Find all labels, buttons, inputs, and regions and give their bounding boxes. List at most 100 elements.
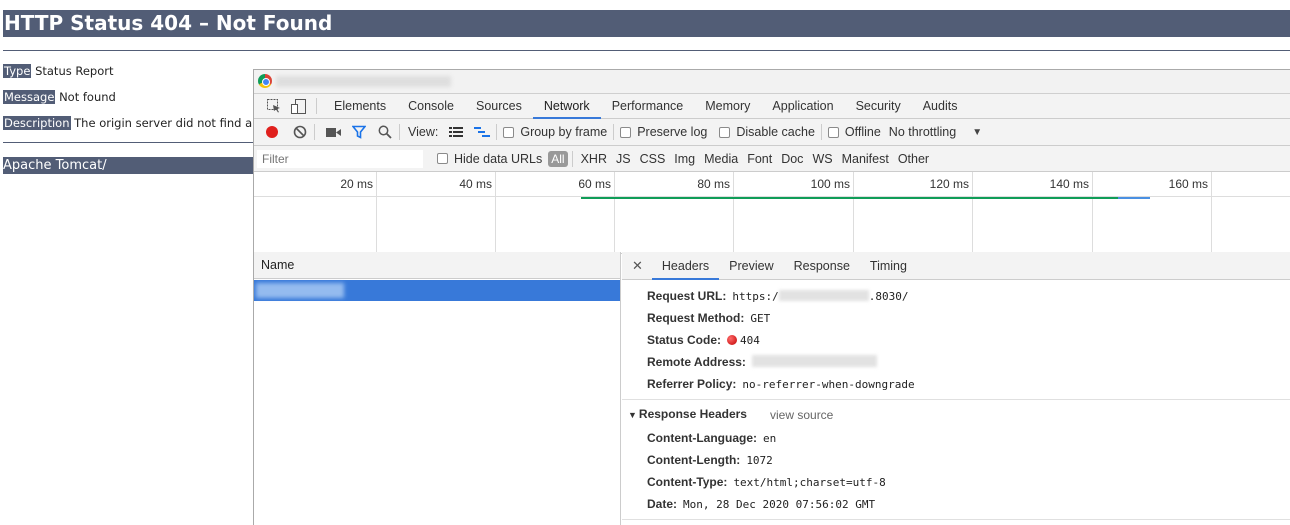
hide-data-urls-checkbox[interactable] — [437, 153, 448, 164]
filter-funnel-icon[interactable] — [351, 125, 367, 139]
throttling-select[interactable]: No throttling — [889, 125, 956, 139]
filter-type-font[interactable]: Font — [747, 152, 772, 166]
request-url-value-suffix: .8030/ — [868, 290, 909, 303]
date-label: Date: — [647, 497, 678, 511]
search-icon[interactable] — [377, 125, 393, 139]
timeline-overview[interactable]: 20 ms 40 ms 60 ms 80 ms 100 ms 120 ms 14… — [254, 172, 1290, 254]
disable-cache-checkbox[interactable] — [719, 126, 731, 138]
name-column-header[interactable]: Name — [254, 252, 620, 279]
filter-type-xhr[interactable]: XHR — [581, 152, 607, 166]
request-method-row: Request Method: GET — [647, 311, 770, 325]
redacted-address — [751, 355, 877, 367]
redacted-request-name — [256, 283, 344, 298]
content-length-value: 1072 — [746, 454, 773, 467]
tab-console[interactable]: Console — [397, 94, 465, 119]
timeline-label: 140 ms — [1049, 177, 1089, 191]
group-by-frame-checkbox[interactable] — [503, 126, 515, 138]
tab-preview[interactable]: Preview — [719, 252, 783, 280]
response-headers-toggle[interactable]: ▼ Response Headers — [628, 407, 747, 421]
tab-sources[interactable]: Sources — [465, 94, 533, 119]
timeline-gridline — [733, 172, 734, 253]
devtools-window: Elements Console Sources Network Perform… — [253, 69, 1290, 525]
group-by-frame-label: Group by frame — [520, 125, 608, 139]
requests-list: Name — [254, 252, 621, 525]
tab-security[interactable]: Security — [845, 94, 912, 119]
filter-type-doc[interactable]: Doc — [781, 152, 803, 166]
filter-input[interactable] — [257, 149, 423, 168]
request-detail-panel: ✕ Headers Preview Response Timing Reques… — [622, 252, 1290, 525]
tab-timing[interactable]: Timing — [860, 252, 917, 280]
tab-audits[interactable]: Audits — [912, 94, 969, 119]
page-title: HTTP Status 404 – Not Found — [3, 10, 1290, 37]
window-titlebar — [254, 70, 1290, 94]
status-code-row: Status Code: 404 — [647, 333, 760, 347]
view-label: View: — [408, 125, 439, 139]
chrome-icon — [258, 74, 272, 88]
toolbar-separator — [399, 124, 400, 140]
tab-response[interactable]: Response — [784, 252, 860, 280]
content-language-label: Content-Language: — [647, 431, 757, 445]
description-value: The origin server did not find a c — [74, 116, 263, 130]
content-type-value: text/html;charset=utf-8 — [733, 476, 886, 489]
timeline-gridline — [1092, 172, 1093, 253]
offline-label: Offline — [844, 125, 881, 139]
tab-headers[interactable]: Headers — [651, 252, 720, 280]
clear-icon[interactable] — [292, 125, 308, 139]
filter-type-all[interactable]: All — [548, 150, 568, 167]
description-line: Description The origin server did not fi… — [3, 116, 262, 130]
timeline-label: 160 ms — [1168, 177, 1208, 191]
tab-elements[interactable]: Elements — [323, 94, 397, 119]
close-icon[interactable]: ✕ — [622, 258, 652, 274]
filter-type-js[interactable]: JS — [616, 152, 631, 166]
filter-type-ws[interactable]: WS — [812, 152, 832, 166]
record-icon[interactable] — [264, 125, 280, 139]
tab-network[interactable]: Network — [532, 94, 601, 119]
section-divider — [622, 519, 1290, 520]
timeline-waiting-bar — [581, 197, 1118, 199]
response-headers-title: Response Headers — [638, 407, 747, 421]
tab-performance[interactable]: Performance — [601, 94, 695, 119]
filter-type-manifest[interactable]: Manifest — [842, 152, 889, 166]
section-divider — [622, 399, 1290, 400]
timeline-gridline — [1211, 172, 1212, 253]
description-key: Description — [3, 116, 71, 130]
timeline-download-bar — [1118, 197, 1150, 199]
message-key: Message — [3, 90, 56, 104]
screenshot-camera-icon[interactable] — [325, 127, 341, 138]
inspect-element-icon[interactable] — [266, 99, 282, 113]
disable-cache-label: Disable cache — [736, 125, 815, 139]
chevron-down-icon[interactable]: ▼ — [972, 127, 982, 138]
content-type-row: Content-Type: text/html;charset=utf-8 — [647, 475, 886, 489]
timeline-gridline — [495, 172, 496, 253]
offline-checkbox[interactable] — [827, 126, 839, 138]
timeline-label: 100 ms — [810, 177, 850, 191]
timeline-gridline — [614, 172, 615, 253]
filter-bar: Hide data URLs All XHR JS CSS Img Media … — [254, 146, 1290, 172]
type-key: Type — [3, 64, 32, 78]
tab-application[interactable]: Application — [761, 94, 844, 119]
tab-memory[interactable]: Memory — [694, 94, 761, 119]
waterfall-overview-icon[interactable] — [474, 126, 491, 138]
device-toolbar-icon[interactable] — [290, 98, 306, 114]
hide-data-urls-label: Hide data URLs — [454, 151, 543, 166]
timeline-label: 40 ms — [459, 177, 492, 191]
large-rows-icon[interactable] — [448, 126, 464, 138]
referrer-policy-row: Referrer Policy: no-referrer-when-downgra… — [647, 377, 915, 391]
detail-tabbar: ✕ Headers Preview Response Timing — [622, 252, 1290, 280]
preserve-log-label: Preserve log — [637, 125, 708, 139]
content-language-row: Content-Language: en — [647, 431, 776, 445]
request-url-row: Request URL: https:/ .8030/ — [647, 289, 908, 303]
timeline-gridline — [853, 172, 854, 253]
request-row-selected[interactable] — [254, 280, 620, 301]
filter-type-media[interactable]: Media — [704, 152, 738, 166]
filter-type-img[interactable]: Img — [674, 152, 695, 166]
filter-type-other[interactable]: Other — [898, 152, 929, 166]
status-error-icon — [727, 335, 738, 345]
request-method-value: GET — [750, 312, 771, 325]
network-lower-panel: Name ✕ Headers Preview Response Timing R… — [254, 252, 1290, 525]
preserve-log-checkbox[interactable] — [620, 126, 632, 138]
remote-address-label: Remote Address: — [647, 355, 746, 369]
filter-type-css[interactable]: CSS — [640, 152, 666, 166]
view-source-link[interactable]: view source — [770, 408, 833, 422]
remote-address-row: Remote Address: — [647, 355, 877, 369]
